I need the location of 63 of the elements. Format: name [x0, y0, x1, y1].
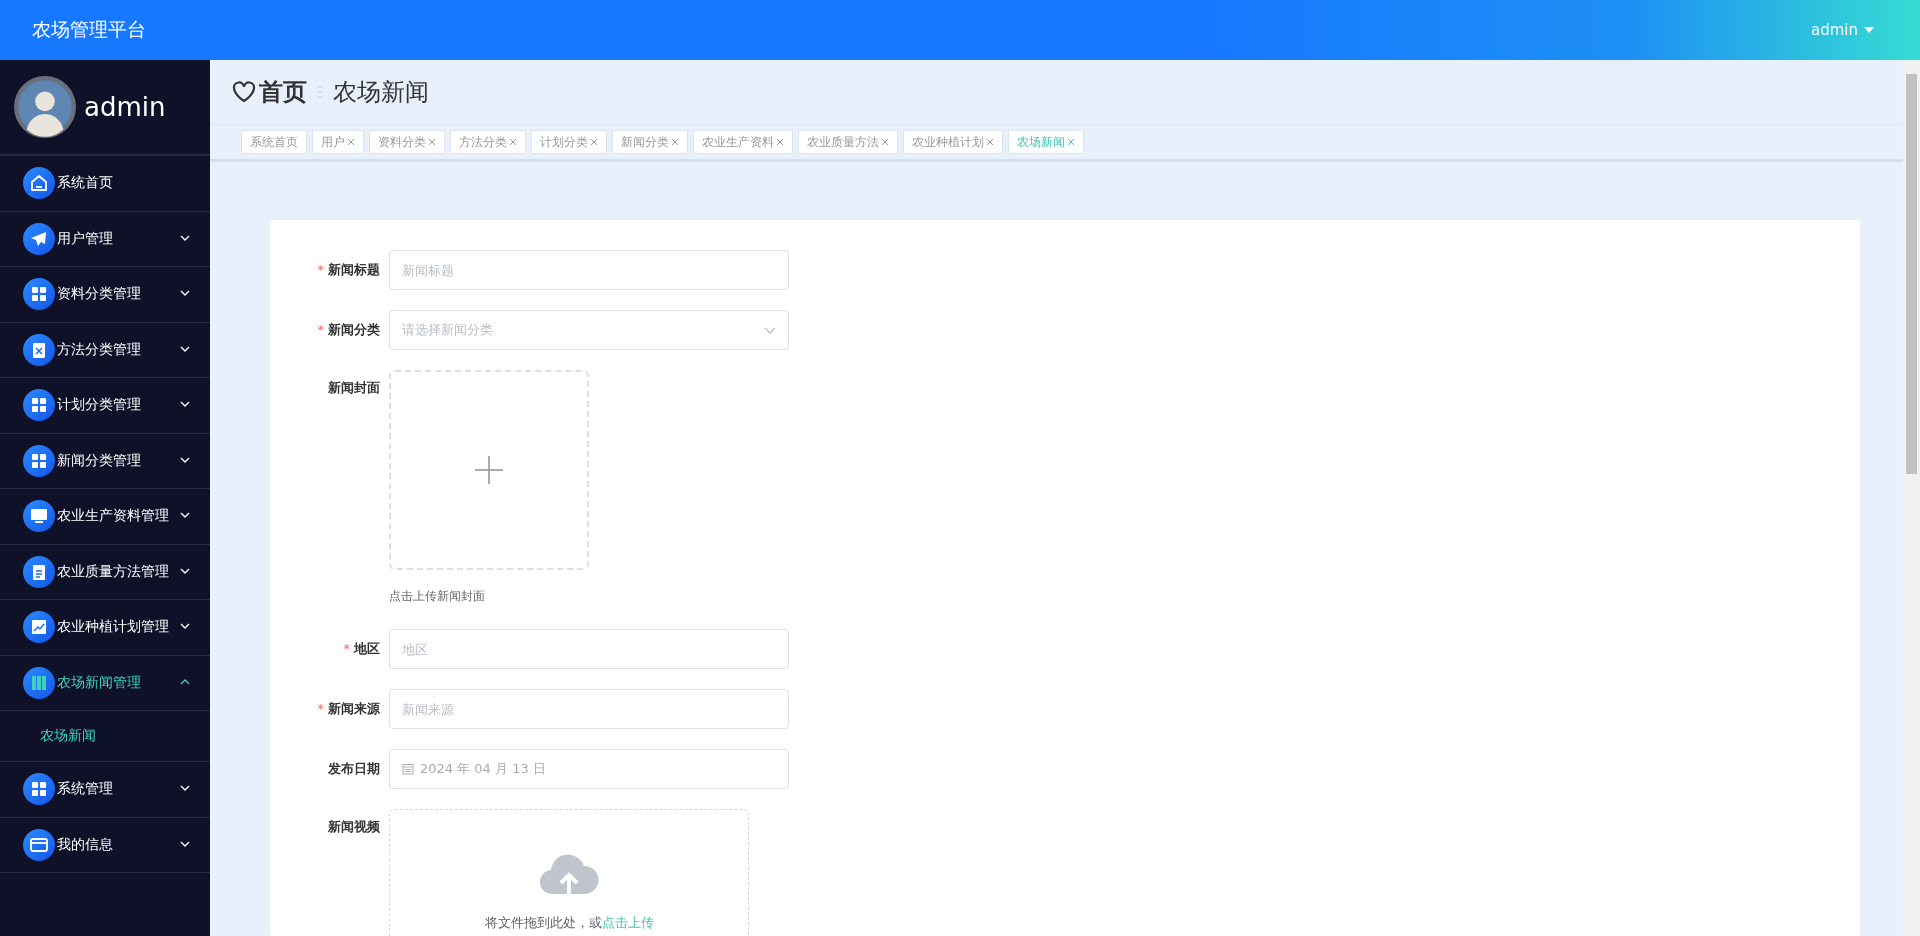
- scrollbar[interactable]: [1903, 60, 1920, 936]
- breadcrumb-current: 农场新闻: [333, 77, 429, 108]
- menu-item[interactable]: 资料分类管理: [0, 267, 210, 323]
- caret-icon: [1864, 27, 1874, 33]
- upload-hint: 点击上传新闻封面: [389, 588, 486, 605]
- close-icon[interactable]: [671, 138, 679, 146]
- required-mark: *: [343, 640, 350, 658]
- input-field[interactable]: 新闻标题: [389, 250, 789, 290]
- close-icon[interactable]: [347, 138, 355, 146]
- close-icon[interactable]: [509, 138, 517, 146]
- separator-icon: [317, 85, 323, 99]
- input-field[interactable]: 新闻来源: [389, 689, 789, 729]
- menu-item[interactable]: 计划分类管理: [0, 378, 210, 434]
- grid-icon: [23, 389, 55, 422]
- menu-item[interactable]: 农业质量方法管理: [0, 544, 210, 600]
- close-icon[interactable]: [590, 138, 598, 146]
- grid-icon: [23, 278, 55, 311]
- required-mark: *: [317, 700, 324, 718]
- menu-item[interactable]: 农业种植计划管理: [0, 600, 210, 656]
- input-field[interactable]: 地区: [389, 629, 789, 669]
- app-title: 农场管理平台: [32, 17, 146, 42]
- required-mark: *: [317, 321, 324, 339]
- field-label: 新闻封面: [328, 379, 380, 397]
- breadcrumb-home[interactable]: 首页: [259, 76, 307, 108]
- clipboard-icon: [23, 555, 55, 588]
- video-upload[interactable]: 将文件拖到此处，或点击上传: [389, 809, 749, 936]
- menu-item[interactable]: 农业生产资料管理: [0, 489, 210, 545]
- avatar: [14, 76, 76, 138]
- field-label: 新闻分类: [328, 321, 380, 339]
- cloud-upload-icon: [539, 852, 599, 896]
- chevron-down-icon: [764, 326, 776, 334]
- heart-icon: [232, 81, 256, 103]
- plus-icon: [475, 456, 503, 484]
- monitor-icon: [23, 500, 55, 533]
- menu-item[interactable]: 我的信息: [0, 817, 210, 873]
- required-mark: *: [317, 261, 324, 279]
- close-icon[interactable]: [986, 138, 994, 146]
- clipboard-icon: [23, 333, 55, 366]
- profile-name: admin: [84, 92, 166, 122]
- drop-text: 将文件拖到此处，或: [484, 915, 602, 930]
- home-icon: [23, 167, 55, 200]
- field-label: 新闻标题: [328, 261, 380, 279]
- grid-icon: [23, 773, 55, 806]
- field-label: 地区: [354, 640, 380, 658]
- close-icon[interactable]: [428, 138, 436, 146]
- grid-icon: [23, 444, 55, 477]
- field-label: 新闻来源: [328, 700, 380, 718]
- close-icon[interactable]: [1067, 138, 1075, 146]
- paper-plane-icon: [23, 222, 55, 255]
- close-icon[interactable]: [776, 138, 784, 146]
- calendar-icon: [402, 763, 414, 775]
- close-icon[interactable]: [881, 138, 889, 146]
- wallet-icon: [23, 828, 55, 861]
- menu-item[interactable]: 新闻分类管理: [0, 433, 210, 489]
- menu-item[interactable]: 用户管理: [0, 211, 210, 267]
- menu-item[interactable]: 方法分类管理: [0, 322, 210, 378]
- menu-item[interactable]: 系统管理: [0, 762, 210, 818]
- book-icon: [23, 666, 55, 699]
- field-label: 发布日期: [328, 760, 380, 778]
- field-label: 新闻视频: [328, 818, 380, 836]
- chart-icon: [23, 611, 55, 644]
- menu-item[interactable]: 系统首页: [0, 156, 210, 212]
- menu-item[interactable]: 农场新闻管理: [0, 655, 210, 711]
